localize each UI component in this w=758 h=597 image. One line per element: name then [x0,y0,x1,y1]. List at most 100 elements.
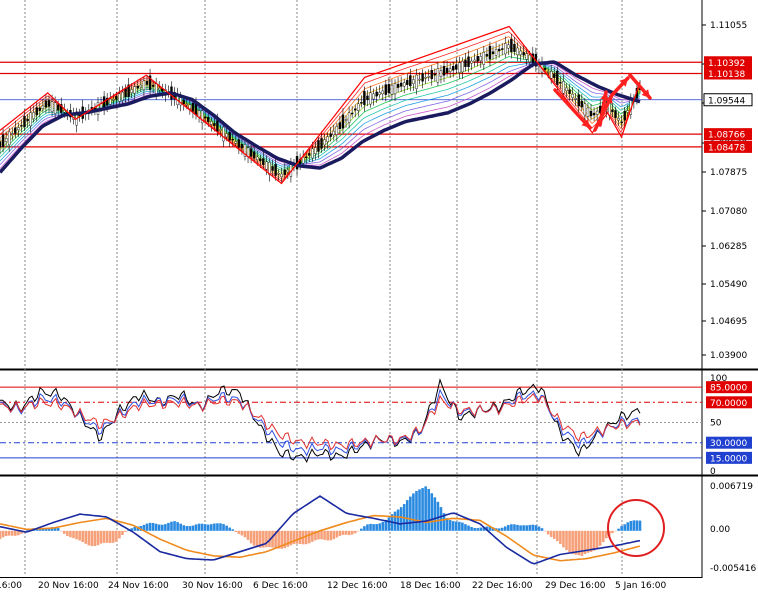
macd-histogram-bar [409,496,412,531]
candle-body [23,116,26,128]
candle-body [32,112,35,120]
candle-body [197,110,201,118]
candle-body [494,49,498,56]
macd-histogram-bar [436,501,440,531]
macd-histogram-bar [549,530,553,537]
macd-histogram-bar [323,530,326,540]
macd-histogram-bar [0,530,2,540]
candle-body [124,88,127,98]
candle-body [341,114,345,129]
candle-body [246,147,250,157]
macd-histogram-bar [311,530,314,542]
candle-body [553,73,556,78]
macd-histogram-bar [222,524,225,531]
macd-histogram-bar [611,530,614,534]
macd-histogram-bar [228,527,231,531]
time-axis-label: 18 Dec 16:00 [400,581,461,591]
candle-body [611,109,614,113]
macd-histogram-bar [458,521,461,531]
macd-histogram-bar [335,530,339,538]
candle-body [363,91,366,105]
macd-histogram-bar [231,529,235,531]
candle-body [445,67,449,73]
candle-body [47,100,51,107]
candle-body [222,126,225,142]
macd-histogram-bar [304,530,308,545]
macd-histogram-bar [56,528,60,531]
macd-histogram-bar [448,520,452,531]
candle-body [543,67,547,70]
price-tick-label: 1.11055 [710,21,747,31]
macd-histogram-bar [295,530,299,544]
macd-histogram-bar [464,524,467,531]
zigzag-line [0,25,641,185]
candle-body [580,100,584,108]
ma-ribbon-line [0,62,641,167]
macd-histogram-bar [219,523,222,531]
macd-histogram-bar [632,520,636,531]
candle-body [53,102,57,115]
macd-histogram-bar [568,530,571,553]
macd-histogram-bar [620,526,623,531]
time-axis-label: 29 Dec 16:00 [545,581,606,591]
candle-body [314,147,317,154]
macd-histogram-bar [320,530,323,540]
macd-tick-label: 0.006719 [710,482,753,492]
macd-histogram-bar [614,530,617,532]
candle-body [4,138,8,142]
candle-body [372,93,375,100]
candle-body [44,100,48,108]
candle-body [424,77,427,79]
macd-histogram-bar [252,530,256,546]
candle-body [216,120,219,132]
macd-histogram-bar [164,524,167,531]
candle-body [583,103,587,116]
candle-body [473,59,476,62]
candle-body [455,64,458,70]
candle-body [565,87,568,92]
candle-body [154,83,158,94]
candle-body [497,48,501,52]
candle-body [283,169,286,175]
macd-histogram-bar [176,522,179,531]
candle-body [357,103,360,111]
candle-body [464,59,467,67]
macd-histogram-bar [562,530,565,548]
candle-body [467,56,470,68]
candle-body [418,78,421,81]
macd-histogram-bar [470,527,473,531]
macd-histogram-bar [528,524,532,531]
macd-histogram-bar [381,521,385,531]
macd-histogram-bar [93,530,97,547]
candle-body [549,71,553,79]
candle-body [415,74,418,89]
candle-body [139,84,143,88]
candle-body [586,107,590,117]
candle-body [130,89,133,93]
candle-body [439,70,443,77]
macd-histogram-bar [167,522,170,531]
candle-body [617,118,620,121]
macd-histogram-bar [510,524,513,531]
macd-histogram-bar [200,523,204,531]
candle-body [63,109,66,113]
price-level-label: 1.09544 [708,96,745,106]
macd-histogram-bar [4,530,8,537]
macd-histogram-bar [194,524,198,531]
candle-body [317,140,320,152]
macd-histogram-bar [154,523,158,531]
candle-body [234,141,237,144]
macd-histogram-bar [173,521,176,531]
macd-histogram-bar [112,530,115,543]
macd-histogram-bar [255,530,259,548]
candle-body [556,70,559,85]
candle-body [488,45,492,60]
candle-body [510,38,513,53]
price-level-label: 1.08478 [708,143,745,153]
candle-body [35,107,38,116]
macd-histogram-bar [203,524,207,531]
macd-histogram-bar [421,488,424,531]
macd-histogram-bar [424,486,427,531]
candle-body [14,127,17,134]
candle-body [203,116,207,119]
